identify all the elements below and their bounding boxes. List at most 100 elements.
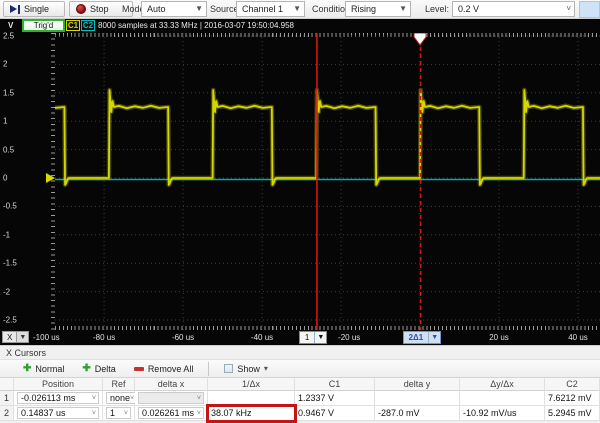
- chevron-down-icon: ˅: [130, 395, 134, 402]
- table-cell: 0.026261 ms˅: [135, 406, 208, 421]
- y-axis-tick-label: -0.5: [3, 202, 17, 211]
- cell-dropdown[interactable]: 0.14837 us ˅: [17, 407, 99, 419]
- remove-all-button-label: Remove All: [148, 364, 194, 374]
- plus-icon: ✚: [23, 364, 31, 374]
- show-button-label: Show: [237, 364, 260, 374]
- plus-icon: ✚: [82, 364, 90, 374]
- add-delta-cursor-button[interactable]: ✚ Delta: [75, 361, 122, 377]
- cursor-handle-2Δ1[interactable]: 2Δ1▼: [403, 331, 442, 344]
- cursors-toolbar: ✚ Normal ✚ Delta Remove All Show ▾: [0, 359, 600, 378]
- table-cell: -10.92 mV/us: [460, 406, 545, 421]
- x-axis-tick-label: -40 us: [251, 333, 273, 342]
- cell-dropdown[interactable]: none˅: [106, 392, 137, 404]
- cell-dropdown[interactable]: 1˅: [106, 407, 131, 419]
- delta-button-label: Delta: [95, 364, 116, 374]
- x-axis-tick-label: 40 us: [568, 333, 588, 342]
- table-cell: 5.2945 mV: [545, 406, 600, 421]
- table-cell: [208, 391, 295, 406]
- y-axis-tick-label: 2.5: [3, 32, 14, 41]
- cell-dropdown-value: 0.026261 ms: [142, 408, 194, 418]
- column-header-C2: C2: [545, 378, 600, 391]
- panel-title: X Cursors: [6, 348, 46, 358]
- y-axis-tick-label: 1.5: [3, 88, 14, 97]
- add-normal-cursor-button[interactable]: ✚ Normal: [16, 361, 71, 377]
- cell-dropdown-value: none: [110, 393, 130, 403]
- y-axis-tick-label: 1: [3, 117, 7, 126]
- x-cursors-panel: X Cursors ✚ Normal ✚ Delta Remove All Sh…: [0, 345, 600, 423]
- x-axis-tick-label: -80 us: [93, 333, 115, 342]
- cell-dropdown-value: -0.026113 ms: [21, 393, 75, 403]
- y-axis-tick-label: -1.5: [3, 259, 17, 268]
- channel-1-badge[interactable]: C1: [66, 20, 80, 31]
- channel1-trace-glow: [55, 90, 600, 185]
- x-axis-selector-dropdown[interactable]: X ▼: [2, 331, 29, 343]
- chevron-down-icon: ▼: [428, 332, 440, 343]
- table-cell: 0.9467 V: [295, 406, 375, 421]
- cursor-handle-label: 2Δ1: [404, 332, 429, 343]
- trigger-marker-icon[interactable]: [414, 33, 426, 45]
- y-axis-unit: V: [8, 21, 13, 30]
- table-cell: 1.2337 V: [295, 391, 375, 406]
- chevron-down-icon: ˅: [92, 410, 96, 417]
- chevron-down-icon: ˅: [124, 410, 128, 417]
- column-header-delta y: delta y: [375, 378, 460, 391]
- row-number: 2: [0, 406, 14, 421]
- table-cell: 1˅: [103, 406, 135, 421]
- cell-dropdown-value: 1: [110, 408, 115, 418]
- y-axis-tick-label: 0: [3, 174, 7, 183]
- column-header-delta x: delta x: [135, 378, 208, 391]
- table-cell: ˅: [135, 391, 208, 406]
- trigger-status-indicator[interactable]: Trig'd: [22, 19, 65, 32]
- channel-2-badge[interactable]: C2: [81, 20, 95, 31]
- cell-dropdown: ˅: [138, 392, 204, 404]
- column-header-rownum: [0, 378, 14, 391]
- show-columns-button[interactable]: Show ▾: [217, 361, 275, 377]
- y-axis-tick-label: -2: [3, 287, 10, 296]
- y-axis-tick-label: -2.5: [3, 316, 17, 325]
- channel1-zero-offset-marker[interactable]: [46, 173, 55, 183]
- y-axis-tick-label: -1: [3, 230, 10, 239]
- table-cell: none˅: [103, 391, 135, 406]
- cursors-table: PositionRefdelta x1/ΔxC1delta yΔy/ΔxC21-…: [0, 378, 600, 421]
- column-header-Position: Position: [14, 378, 103, 391]
- cell-dropdown-value: 0.14837 us: [21, 408, 66, 418]
- table-cell: -0.026113 ms ˅: [14, 391, 103, 406]
- y-axis-tick-label: 0.5: [3, 145, 14, 154]
- waveform-plot-canvas[interactable]: [55, 33, 600, 330]
- row-number: 1: [0, 391, 14, 406]
- column-header-Δy/Δx: Δy/Δx: [460, 378, 545, 391]
- chevron-down-icon: ▾: [264, 365, 268, 373]
- toolbar-separator: [208, 362, 209, 376]
- chevron-down-icon: ˅: [92, 395, 96, 402]
- cursor-handle-label: 1: [300, 332, 314, 343]
- chevron-down-icon: ˅: [197, 395, 201, 402]
- table-cell: 0.14837 us ˅: [14, 406, 103, 421]
- chevron-down-icon: ▼: [17, 331, 29, 343]
- normal-button-label: Normal: [35, 364, 64, 374]
- columns-icon: [224, 364, 233, 373]
- y-axis-tick-label: 2: [3, 60, 7, 69]
- column-header-C1: C1: [295, 378, 375, 391]
- cell-dropdown[interactable]: -0.026113 ms ˅: [17, 392, 99, 404]
- x-axis-tick-label: -20 us: [338, 333, 360, 342]
- scope-display-area: V Trig'd C1 C2 8000 samples at 33.33 MHz…: [0, 19, 600, 345]
- table-cell: 7.6212 mV: [545, 391, 600, 406]
- column-header-Ref: Ref: [103, 378, 135, 391]
- cell-dropdown[interactable]: 0.026261 ms˅: [138, 407, 204, 419]
- chevron-down-icon: ▼: [314, 332, 326, 343]
- cursor-handle-1[interactable]: 1▼: [299, 331, 327, 344]
- x-axis-tick-label: 20 us: [489, 333, 509, 342]
- x-axis-bar: X ▼ -100 us -80 us-60 us-40 us-20 us20 u…: [0, 330, 600, 345]
- remove-all-cursors-button[interactable]: Remove All: [127, 361, 201, 377]
- trigger-status-label: Trig'd: [34, 21, 53, 30]
- table-cell: [375, 391, 460, 406]
- chevron-down-icon: ˅: [197, 410, 201, 417]
- table-cell: [460, 391, 545, 406]
- sample-info-text: 8000 samples at 33.33 MHz | 2016-03-07 1…: [98, 21, 294, 30]
- x-axis-selector-value: X: [2, 331, 17, 343]
- frequency-value-highlighted: 38.07 kHz: [208, 406, 295, 421]
- column-header-1/Δx: 1/Δx: [208, 378, 295, 391]
- table-cell: -287.0 mV: [375, 406, 460, 421]
- capture-info-bar: V Trig'd C1 C2 8000 samples at 33.33 MHz…: [0, 19, 600, 33]
- x-tick-label-first: -100 us: [33, 333, 60, 342]
